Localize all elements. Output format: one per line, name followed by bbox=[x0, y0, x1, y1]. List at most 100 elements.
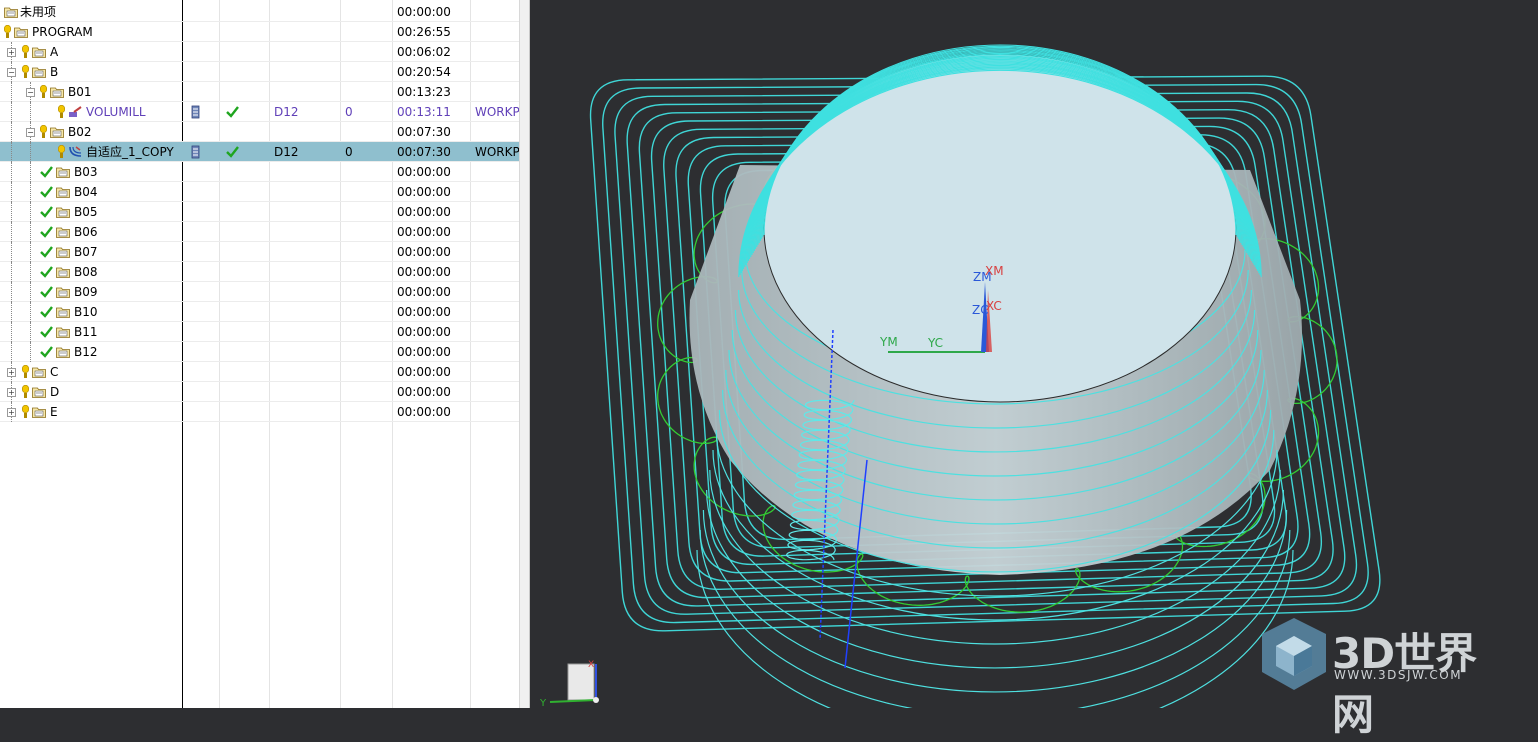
tree-connector bbox=[11, 162, 12, 182]
axis-label-xc: XC bbox=[986, 299, 1002, 313]
operation-row[interactable]: + D 00:00:00 bbox=[0, 382, 519, 402]
operation-name-cell[interactable]: + D bbox=[0, 382, 181, 402]
operation-row[interactable]: B07 00:00:00 bbox=[0, 242, 519, 262]
operation-name: B09 bbox=[74, 285, 98, 299]
operation-name-cell[interactable]: + C bbox=[0, 362, 181, 382]
count-cell: 0 bbox=[345, 145, 353, 159]
operation-name: B10 bbox=[74, 305, 98, 319]
operation-row[interactable]: B12 00:00:00 bbox=[0, 342, 519, 362]
time-cell: 00:00:00 bbox=[397, 205, 451, 219]
operation-name-cell[interactable]: VOLUMILL bbox=[0, 102, 181, 122]
operation-row[interactable]: 未用项 00:00:00 bbox=[0, 2, 519, 22]
collapse-icon[interactable]: − bbox=[7, 68, 16, 77]
tree-connector bbox=[11, 302, 12, 322]
operation-name-cell[interactable]: B06 bbox=[0, 222, 181, 242]
tree-connector bbox=[30, 242, 31, 262]
operation-name-cell[interactable]: B07 bbox=[0, 242, 181, 262]
axis-label-ym: YM bbox=[879, 335, 898, 349]
time-cell: 00:00:00 bbox=[397, 365, 451, 379]
tree-connector bbox=[11, 322, 12, 342]
operation-name: B12 bbox=[74, 345, 98, 359]
operation-row[interactable]: B10 00:00:00 bbox=[0, 302, 519, 322]
expand-icon[interactable]: + bbox=[7, 408, 16, 417]
viewport-scene: ZM XM ZC XC YM YC Y X bbox=[539, 44, 1381, 708]
operation-name: PROGRAM bbox=[32, 25, 93, 39]
geometry-cell: WORKP bbox=[475, 105, 519, 119]
operation-name-cell[interactable]: B11 bbox=[0, 322, 181, 342]
operation-name-cell[interactable]: + E bbox=[0, 402, 181, 422]
time-cell: 00:06:02 bbox=[397, 45, 451, 59]
operation-row[interactable]: + C 00:00:00 bbox=[0, 362, 519, 382]
operation-row[interactable]: VOLUMILL D12 0 00:13:11 WORKP bbox=[0, 102, 519, 122]
operation-name: B01 bbox=[68, 85, 92, 99]
operation-row[interactable]: B08 00:00:00 bbox=[0, 262, 519, 282]
toolpath-status-icon bbox=[191, 102, 207, 122]
collapse-icon[interactable]: − bbox=[26, 128, 35, 137]
operation-row[interactable]: + A 00:06:02 bbox=[0, 42, 519, 62]
tree-connector bbox=[30, 282, 31, 302]
operation-row[interactable]: B05 00:00:00 bbox=[0, 202, 519, 222]
geometry-cell: WORKP bbox=[475, 145, 519, 159]
operation-name: VOLUMILL bbox=[86, 105, 146, 119]
operation-name-cell[interactable]: B10 bbox=[0, 302, 181, 322]
operation-name-cell[interactable]: − B bbox=[0, 62, 181, 82]
time-cell: 00:00:00 bbox=[397, 345, 451, 359]
time-cell: 00:00:00 bbox=[397, 405, 451, 419]
operation-row[interactable]: + E 00:00:00 bbox=[0, 402, 519, 422]
time-cell: 00:00:00 bbox=[397, 5, 451, 19]
time-cell: 00:07:30 bbox=[397, 145, 451, 159]
tree-connector bbox=[30, 102, 31, 122]
operation-name-cell[interactable]: B04 bbox=[0, 182, 181, 202]
toolpath-status-icon bbox=[191, 142, 207, 162]
operation-row[interactable]: B06 00:00:00 bbox=[0, 222, 519, 242]
operation-name-cell[interactable]: B09 bbox=[0, 282, 181, 302]
tree-connector bbox=[11, 102, 12, 122]
operation-name: B05 bbox=[74, 205, 98, 219]
operation-name-cell[interactable]: B12 bbox=[0, 342, 181, 362]
operation-row[interactable]: − B01 00:13:23 bbox=[0, 82, 519, 102]
operation-name-cell[interactable]: − B02 bbox=[0, 122, 181, 142]
operation-name-cell[interactable]: + A bbox=[0, 42, 181, 62]
collapse-icon[interactable]: − bbox=[26, 88, 35, 97]
operation-name-cell[interactable]: B03 bbox=[0, 162, 181, 182]
operation-row[interactable]: − B02 00:07:30 bbox=[0, 122, 519, 142]
operation-row[interactable]: B03 00:00:00 bbox=[0, 162, 519, 182]
operation-name-cell[interactable]: PROGRAM bbox=[0, 22, 181, 42]
tree-connector bbox=[11, 202, 12, 222]
operation-name: B bbox=[50, 65, 59, 79]
operation-row[interactable]: − B 00:20:54 bbox=[0, 62, 519, 82]
tree-connector bbox=[11, 262, 12, 282]
tree-connector bbox=[30, 322, 31, 342]
time-cell: 00:00:00 bbox=[397, 265, 451, 279]
time-cell: 00:00:00 bbox=[397, 305, 451, 319]
pane-splitter[interactable] bbox=[519, 0, 530, 708]
triad-label-y: Y bbox=[539, 698, 547, 708]
time-cell: 00:00:00 bbox=[397, 165, 451, 179]
axis-label-yc: YC bbox=[927, 336, 943, 350]
operation-row[interactable]: PROGRAM 00:26:55 bbox=[0, 22, 519, 42]
tree-connector bbox=[30, 222, 31, 242]
watermark: 3D世界网 WWW.3DSJW.COM bbox=[1256, 614, 1516, 739]
operation-name-cell[interactable]: 自适应_1_COPY bbox=[0, 142, 181, 162]
expand-icon[interactable]: + bbox=[7, 368, 16, 377]
operation-row[interactable]: 自适应_1_COPY D12 0 00:07:30 WORKP bbox=[0, 142, 519, 162]
operation-name-cell[interactable]: 未用项 bbox=[0, 2, 181, 22]
tree-connector bbox=[11, 242, 12, 262]
operation-row[interactable]: B11 00:00:00 bbox=[0, 322, 519, 342]
expand-icon[interactable]: + bbox=[7, 388, 16, 397]
operation-name: B11 bbox=[74, 325, 98, 339]
operation-name: C bbox=[50, 365, 59, 379]
tree-connector bbox=[30, 202, 31, 222]
operation-row[interactable]: B09 00:00:00 bbox=[0, 282, 519, 302]
operation-row[interactable]: B04 00:00:00 bbox=[0, 182, 519, 202]
expand-icon[interactable]: + bbox=[7, 48, 16, 57]
operation-name-cell[interactable]: B05 bbox=[0, 202, 181, 222]
graphics-viewport[interactable]: ZM XM ZC XC YM YC Y X bbox=[530, 0, 1538, 708]
operation-name: B03 bbox=[74, 165, 98, 179]
time-cell: 00:20:54 bbox=[397, 65, 451, 79]
tool-cell: D12 bbox=[274, 145, 299, 159]
operation-name-cell[interactable]: B08 bbox=[0, 262, 181, 282]
operation-name-cell[interactable]: − B01 bbox=[0, 82, 181, 102]
operation-name: B06 bbox=[74, 225, 98, 239]
tree-connector bbox=[11, 342, 12, 362]
